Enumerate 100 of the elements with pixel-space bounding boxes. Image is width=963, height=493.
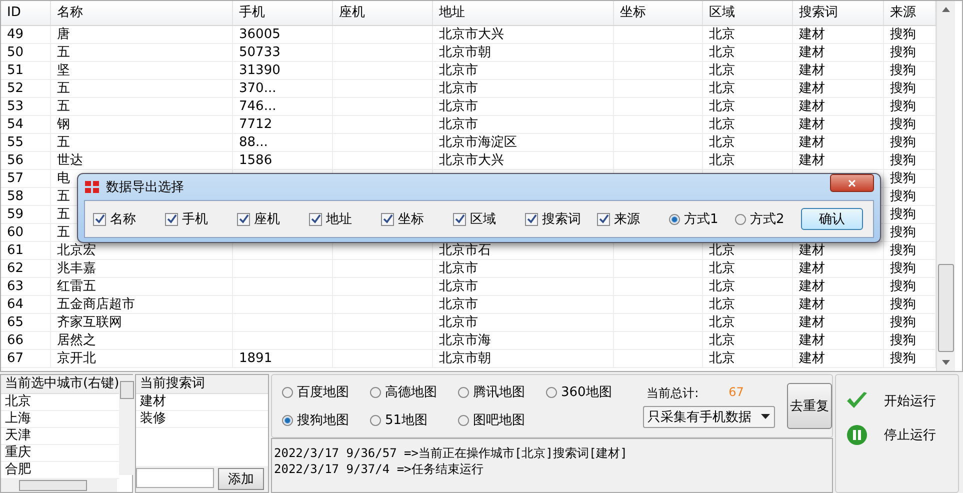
checkbox-label[interactable]: 来源	[614, 210, 640, 228]
dedupe-button[interactable]: 去重复	[787, 383, 832, 429]
checkbox[interactable]	[165, 212, 178, 226]
run-control-button[interactable]: 停止运行	[842, 423, 958, 447]
checkbox[interactable]	[93, 212, 106, 226]
table-cell: 63	[7, 279, 24, 294]
table-cell: 建材	[799, 27, 825, 42]
column-header[interactable]: 区域	[703, 1, 793, 25]
dialog-title: 数据导出选择	[106, 179, 184, 196]
map-radio[interactable]: 百度地图	[282, 383, 370, 401]
table-cell: 建材	[799, 135, 825, 150]
table-cell: 建材	[799, 315, 825, 330]
column-header[interactable]: 坐标	[614, 1, 703, 25]
map-radio[interactable]: 腾讯地图	[458, 383, 546, 401]
table-cell: 搜狗	[890, 117, 916, 132]
table-cell: 搜狗	[890, 81, 916, 96]
table-cell: 搜狗	[890, 279, 916, 294]
table-cell: 五	[57, 225, 70, 240]
table-cell: 建材	[799, 99, 825, 114]
checkbox[interactable]	[453, 212, 466, 226]
list-header: 当前选中城市(右键)	[1, 375, 120, 394]
table-cell: 北京	[709, 153, 735, 168]
map-radio[interactable]: 51地图	[370, 411, 458, 429]
checkbox[interactable]	[597, 212, 610, 226]
column-header[interactable]: 搜索词	[793, 1, 884, 25]
table-cell: 搜狗	[890, 225, 916, 240]
table-cell: 57	[7, 171, 24, 186]
column-header[interactable]: ID	[1, 1, 51, 25]
table-cell: 建材	[799, 333, 825, 348]
confirm-button[interactable]: 确认	[801, 208, 863, 230]
table-cell: 北京市	[439, 117, 478, 132]
checkbox-label[interactable]: 坐标	[398, 210, 424, 228]
table-cell: 搜狗	[890, 297, 916, 312]
log-line: 2022/3/17 9/37/4 =>任务结束运行	[274, 461, 484, 477]
pause-icon	[846, 424, 868, 446]
checkbox[interactable]	[309, 212, 322, 226]
table-cell: 62	[7, 261, 24, 276]
table-cell: 北京	[709, 99, 735, 114]
add-button[interactable]: 添加	[218, 468, 264, 490]
table-cell: 67	[7, 351, 24, 366]
table-cell: 五	[57, 99, 70, 114]
checkbox-label[interactable]: 手机	[182, 210, 208, 228]
table-cell: 北京市石	[439, 243, 491, 258]
table-cell: 北京	[709, 351, 735, 366]
mode-radio[interactable]: 方式1	[669, 210, 735, 228]
keyword-item[interactable]: 建材	[136, 394, 268, 411]
scroll-thumb[interactable]	[19, 480, 87, 491]
log-line: 2022/3/17 9/36/57 =>当前正在操作城市[北京]搜索词[建材]	[274, 445, 628, 461]
table-cell: 搜狗	[890, 45, 916, 60]
list-header: 当前搜索词	[136, 375, 268, 394]
mode-radio[interactable]: 方式2	[735, 210, 801, 228]
column-header[interactable]: 座机	[333, 1, 433, 25]
checkbox-label[interactable]: 名称	[110, 210, 136, 228]
checkbox-label[interactable]: 搜索词	[542, 210, 581, 228]
table-cell: 北京	[709, 333, 735, 348]
map-radio[interactable]: 高德地图	[370, 383, 458, 401]
checkbox[interactable]	[381, 212, 394, 226]
table-cell: 66	[7, 333, 24, 348]
table-cell: 搜狗	[890, 315, 916, 330]
table-cell: 北京市	[439, 63, 478, 78]
table-cell: 北京市	[439, 261, 478, 276]
table-cell: 搜狗	[890, 171, 916, 186]
table-cell: 北京	[709, 279, 735, 294]
keyword-input[interactable]	[136, 468, 214, 488]
caret-icon	[761, 414, 770, 419]
table-cell: 建材	[799, 153, 825, 168]
map-radio[interactable]: 360地图	[546, 383, 634, 401]
column-header[interactable]: 手机	[233, 1, 333, 25]
table-cell: 建材	[799, 243, 825, 258]
table-cell: 北京	[709, 243, 735, 258]
table-cell: 五金商店超市	[57, 297, 135, 312]
table-cell: 1891	[239, 351, 272, 366]
run-control-button[interactable]: 开始运行	[842, 389, 958, 413]
checkbox[interactable]	[525, 212, 538, 226]
table-cell: 建材	[799, 81, 825, 96]
column-header[interactable]: 地址	[433, 1, 614, 25]
checkbox-label[interactable]: 地址	[326, 210, 352, 228]
table-cell: 搜狗	[890, 207, 916, 222]
map-radio[interactable]: 图吧地图	[458, 411, 546, 429]
scrollbar[interactable]	[936, 1, 955, 371]
scroll-thumb[interactable]	[120, 381, 134, 399]
checkbox[interactable]	[237, 212, 250, 226]
keyword-item[interactable]: 装修	[136, 411, 268, 428]
table-cell: 居然之	[57, 333, 96, 348]
checkbox-label[interactable]: 区域	[470, 210, 496, 228]
filter-dropdown[interactable]: 只采集有手机数据	[642, 406, 776, 428]
scrollbar[interactable]	[119, 375, 134, 475]
scroll-up-icon[interactable]	[942, 7, 950, 12]
table-cell: 65	[7, 315, 24, 330]
table-cell: 电	[57, 171, 70, 186]
table-cell: 北京市	[439, 297, 478, 312]
scroll-thumb[interactable]	[938, 264, 954, 352]
horizontal-scrollbar[interactable]	[1, 478, 117, 492]
checkbox-label[interactable]: 座机	[254, 210, 280, 228]
column-header[interactable]: 名称	[51, 1, 233, 25]
scroll-down-icon[interactable]	[942, 360, 950, 365]
table-cell: 建材	[799, 63, 825, 78]
table-cell: 坚	[57, 63, 70, 78]
table-cell: 64	[7, 297, 24, 312]
map-radio[interactable]: 搜狗地图	[282, 411, 370, 429]
